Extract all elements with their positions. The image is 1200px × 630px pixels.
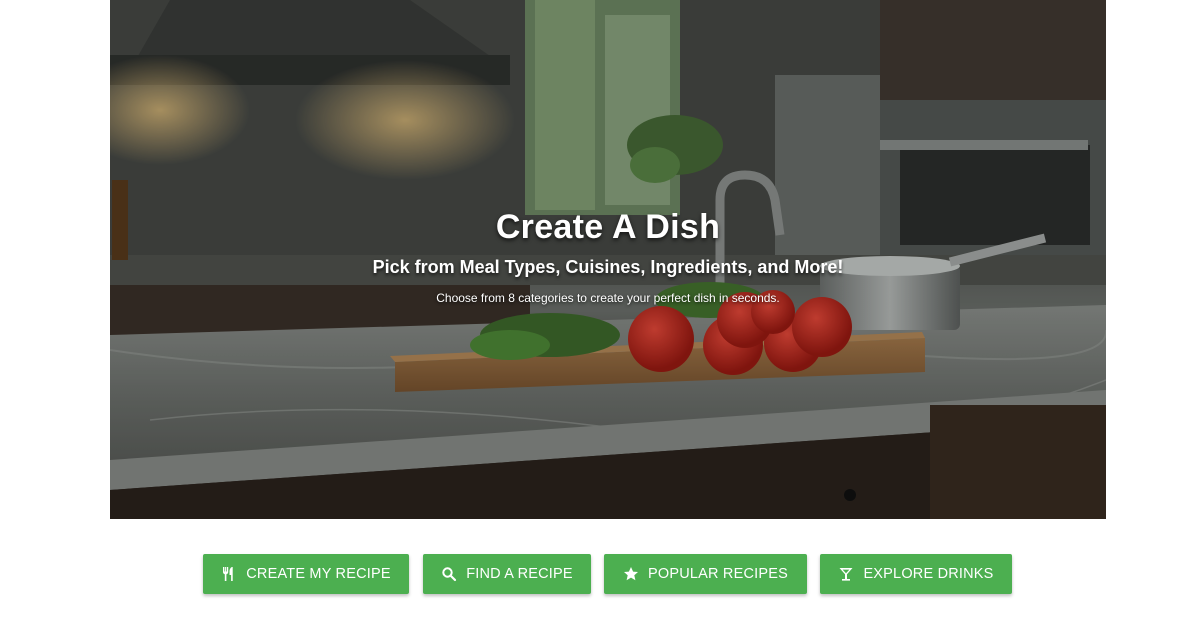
find-a-recipe-label: FIND A RECIPE	[466, 566, 573, 582]
utensils-icon	[221, 566, 237, 582]
action-button-row: CREATE MY RECIPE FIND A RECIPE POPULAR R…	[0, 554, 1200, 594]
search-icon	[441, 566, 457, 582]
cocktail-icon	[838, 566, 854, 582]
create-my-recipe-button[interactable]: CREATE MY RECIPE	[203, 554, 409, 594]
find-a-recipe-button[interactable]: FIND A RECIPE	[423, 554, 591, 594]
explore-drinks-button[interactable]: EXPLORE DRINKS	[820, 554, 1012, 594]
popular-recipes-label: POPULAR RECIPES	[648, 566, 788, 582]
hero-title: Create A Dish	[495, 208, 721, 246]
popular-recipes-button[interactable]: POPULAR RECIPES	[604, 554, 807, 594]
hero-banner: Create A Dish Pick from Meal Types, Cuis…	[110, 0, 1106, 519]
hero-caption: Choose from 8 categories to create your …	[436, 291, 780, 305]
star-icon	[623, 566, 639, 582]
create-my-recipe-label: CREATE MY RECIPE	[246, 566, 391, 582]
hero-subtitle: Pick from Meal Types, Cuisines, Ingredie…	[372, 257, 844, 277]
hero-text-block: Create A Dish Pick from Meal Types, Cuis…	[110, 0, 1106, 519]
explore-drinks-label: EXPLORE DRINKS	[863, 566, 994, 582]
